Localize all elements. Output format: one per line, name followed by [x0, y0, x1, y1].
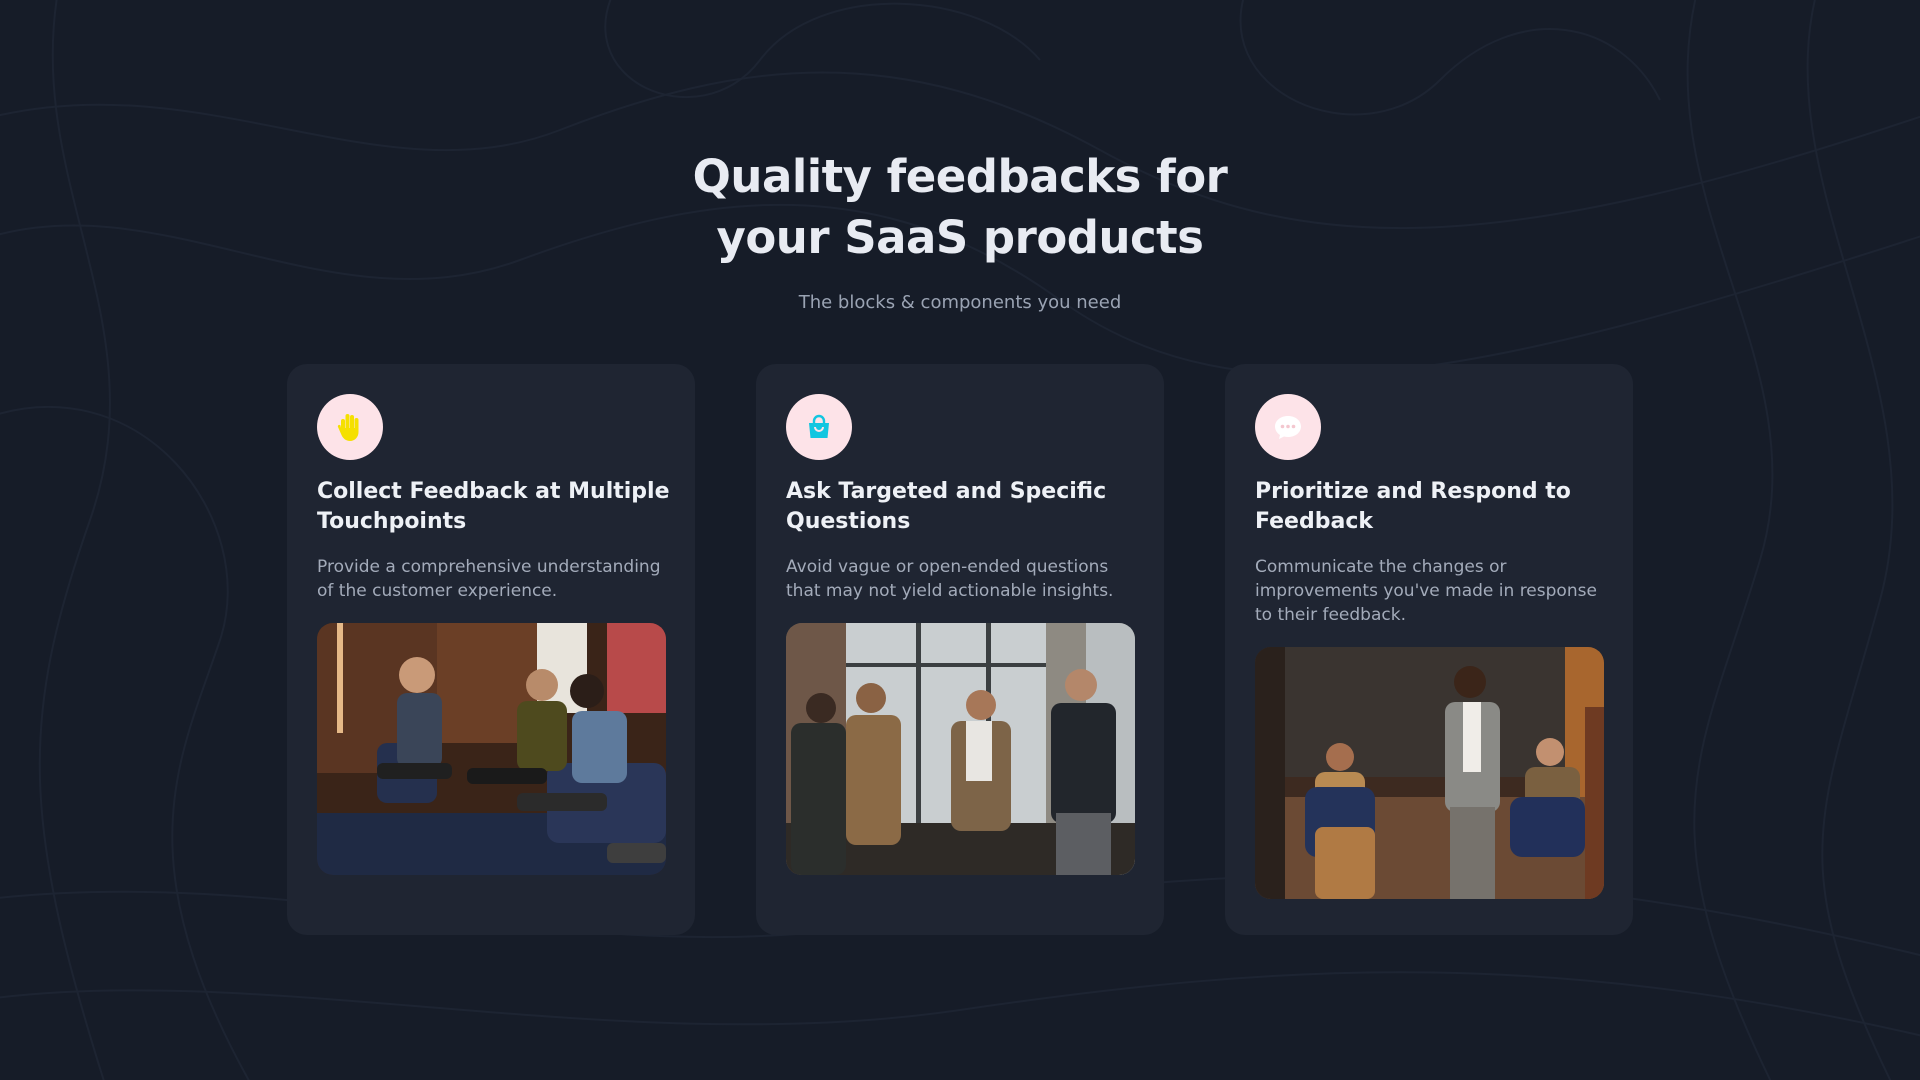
card-description: Provide a comprehensive understanding of… — [317, 557, 661, 601]
card-title: Collect Feedback at Multiple Touchpoints — [317, 479, 670, 534]
card-title: Ask Targeted and Specific Questions — [786, 479, 1107, 534]
chat-bubble-icon — [1255, 394, 1321, 460]
men-talking-by-window-photo — [786, 623, 1135, 875]
feature-card-collect-feedback: Collect Feedback at Multiple Touchpoints… — [287, 364, 695, 935]
people-seated-in-discussion-photo — [317, 623, 666, 875]
heading-line-1: Quality feedbacks for — [692, 150, 1228, 203]
card-title: Prioritize and Respond to Feedback — [1255, 479, 1571, 534]
heading-line-2: your SaaS products — [716, 211, 1204, 264]
card-description: Communicate the changes or improvements … — [1255, 557, 1597, 625]
shopping-bag-icon — [786, 394, 852, 460]
raised-hand-icon — [317, 394, 383, 460]
card-description: Avoid vague or open-ended questions that… — [786, 557, 1114, 601]
feature-card-prioritize-respond: Prioritize and Respond to Feedback Commu… — [1225, 364, 1633, 935]
section-subheading: The blocks & components you need — [798, 292, 1122, 313]
feature-card-targeted-questions: Ask Targeted and Specific Questions Avoi… — [756, 364, 1164, 935]
section-heading: Quality feedbacks for your SaaS products — [660, 146, 1260, 268]
feature-section: Quality feedbacks for your SaaS products… — [0, 0, 1920, 1080]
speaker-with-microphone-photo — [1255, 647, 1604, 899]
